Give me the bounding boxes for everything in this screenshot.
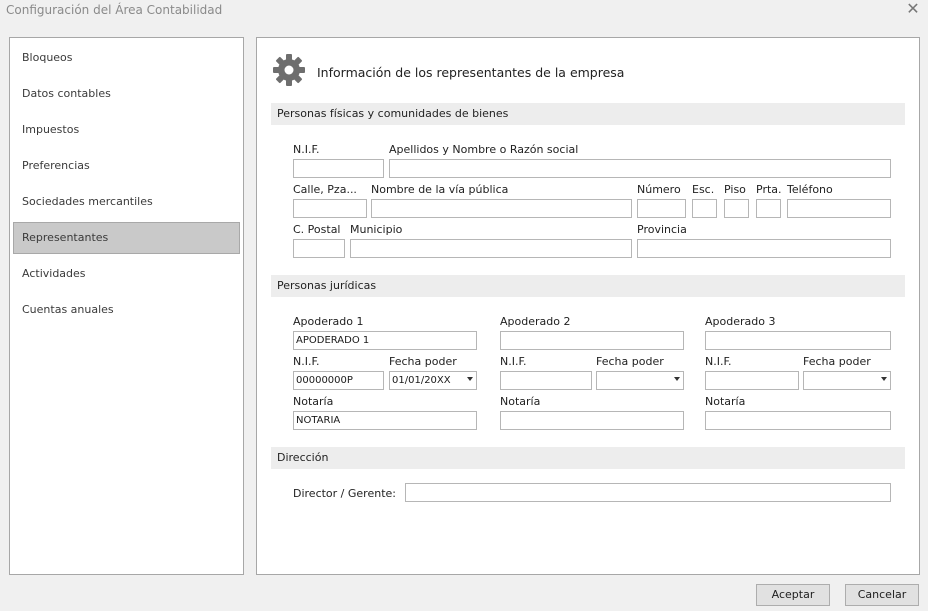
section-personas-fisicas: Personas físicas y comunidades de bienes [271, 103, 905, 125]
sidebar-item-impuestos[interactable]: Impuestos [13, 114, 240, 146]
provincia-label: Provincia [637, 223, 687, 236]
cpostal-input[interactable] [293, 239, 345, 258]
apoderado3-nif-label: N.I.F. [705, 355, 732, 368]
esc-input[interactable] [692, 199, 717, 218]
apoderado1-fecha-label: Fecha poder [389, 355, 457, 368]
nif-input[interactable] [293, 159, 384, 178]
apoderado3-notaria-input[interactable] [705, 411, 891, 430]
sidebar-item-bloqueos[interactable]: Bloqueos [13, 42, 240, 74]
apoderado1-label: Apoderado 1 [293, 315, 364, 328]
sidebar-item-actividades[interactable]: Actividades [13, 258, 240, 290]
sidebar-item-datos-contables[interactable]: Datos contables [13, 78, 240, 110]
sidebar-item-preferencias[interactable]: Preferencias [13, 150, 240, 182]
chevron-down-icon [467, 377, 473, 381]
apoderado1-fecha-value: 01/01/20XX [392, 375, 451, 386]
apoderado1-notaria-input[interactable] [293, 411, 477, 430]
sidebar-item-sociedades-mercantiles[interactable]: Sociedades mercantiles [13, 186, 240, 218]
calle-label: Calle, Pza... [293, 183, 357, 196]
apoderado1-fecha-select[interactable]: 01/01/20XX [389, 371, 477, 390]
main-panel: Información de los representantes de la … [256, 37, 920, 575]
director-label: Director / Gerente: [293, 487, 396, 500]
apoderado3-input[interactable] [705, 331, 891, 350]
director-input[interactable] [405, 483, 891, 502]
cpostal-label: C. Postal [293, 223, 341, 236]
apoderado2-nif-input[interactable] [500, 371, 592, 390]
window-title: Configuración del Área Contabilidad [6, 3, 223, 17]
provincia-input[interactable] [637, 239, 891, 258]
chevron-down-icon [674, 377, 680, 381]
apoderado2-fecha-label: Fecha poder [596, 355, 664, 368]
cancel-button[interactable]: Cancelar [845, 584, 919, 606]
sidebar-item-representantes[interactable]: Representantes [13, 222, 240, 254]
piso-label: Piso [724, 183, 746, 196]
gear-icon [273, 54, 305, 86]
piso-input[interactable] [724, 199, 749, 218]
apoderado3-nif-input[interactable] [705, 371, 799, 390]
numero-input[interactable] [637, 199, 686, 218]
apoderado3-fecha-select[interactable] [803, 371, 891, 390]
apoderado2-label: Apoderado 2 [500, 315, 571, 328]
via-input[interactable] [371, 199, 632, 218]
telefono-label: Teléfono [787, 183, 833, 196]
telefono-input[interactable] [787, 199, 891, 218]
nif-label: N.I.F. [293, 143, 320, 156]
apoderado2-nif-label: N.I.F. [500, 355, 527, 368]
section-personas-juridicas: Personas jurídicas [271, 275, 905, 297]
numero-label: Número [637, 183, 681, 196]
apoderado2-notaria-label: Notaría [500, 395, 541, 408]
accept-button[interactable]: Aceptar [756, 584, 830, 606]
esc-label: Esc. [692, 183, 715, 196]
sidebar-item-cuentas-anuales[interactable]: Cuentas anuales [13, 294, 240, 326]
apoderado1-notaria-label: Notaría [293, 395, 334, 408]
apoderado3-label: Apoderado 3 [705, 315, 776, 328]
prta-input[interactable] [756, 199, 781, 218]
page-title: Información de los representantes de la … [317, 65, 625, 80]
apellidos-input[interactable] [389, 159, 891, 178]
apoderado3-fecha-label: Fecha poder [803, 355, 871, 368]
apoderado2-fecha-select[interactable] [596, 371, 684, 390]
apoderado1-nif-input[interactable] [293, 371, 384, 390]
apellidos-label: Apellidos y Nombre o Razón social [389, 143, 579, 156]
via-label: Nombre de la vía pública [371, 183, 509, 196]
prta-label: Prta. [756, 183, 782, 196]
section-direccion: Dirección [271, 447, 905, 469]
calle-input[interactable] [293, 199, 367, 218]
municipio-label: Municipio [350, 223, 403, 236]
apoderado1-nif-label: N.I.F. [293, 355, 320, 368]
close-icon[interactable]: ✕ [902, 0, 924, 20]
apoderado3-notaria-label: Notaría [705, 395, 746, 408]
apoderado1-input[interactable] [293, 331, 477, 350]
sidebar: Bloqueos Datos contables Impuestos Prefe… [9, 37, 244, 575]
apoderado2-input[interactable] [500, 331, 684, 350]
apoderado2-notaria-input[interactable] [500, 411, 684, 430]
municipio-input[interactable] [350, 239, 632, 258]
chevron-down-icon [881, 377, 887, 381]
